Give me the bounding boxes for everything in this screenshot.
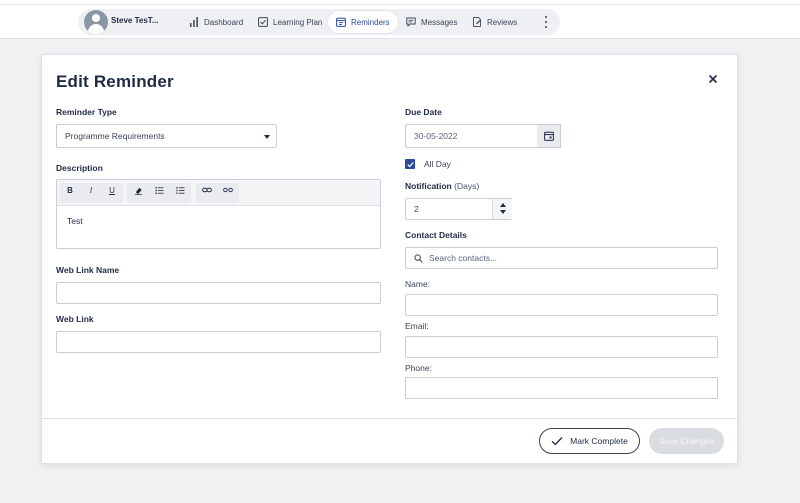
footer-divider: [42, 418, 737, 419]
reminder-type-value: Programme Requirements: [65, 131, 165, 141]
edit-reminder-modal: Edit Reminder Reminder Type Programme Re…: [41, 54, 738, 464]
nav-item-reviews[interactable]: Reviews: [464, 11, 525, 33]
description-content: Test: [67, 216, 83, 226]
phone-label: Phone:: [405, 363, 432, 373]
all-day-checkbox[interactable]: [405, 159, 415, 169]
save-changes-label: Save Changes: [658, 436, 715, 446]
nav-label: Learning Plan: [273, 17, 323, 27]
nav-item-reminders[interactable]: Reminders: [328, 11, 398, 33]
web-link-label: Web Link: [56, 314, 94, 324]
avatar[interactable]: [84, 10, 108, 34]
notification-label-text: Notification: [405, 181, 452, 191]
nav-label: Reminders: [351, 17, 390, 27]
check-icon: [406, 161, 414, 167]
email-label: Email:: [405, 321, 429, 331]
kebab-menu-icon[interactable]: [543, 16, 549, 28]
web-link-name-input[interactable]: [56, 282, 381, 304]
clear-format-icon[interactable]: [131, 183, 145, 197]
web-link-name-label: Web Link Name: [56, 265, 120, 275]
decrement-icon[interactable]: [500, 210, 506, 214]
nav-item-learning-plan[interactable]: Learning Plan: [250, 11, 330, 33]
modal-title: Edit Reminder: [56, 72, 174, 91]
nav-label: Messages: [421, 17, 458, 27]
nav-item-messages[interactable]: Messages: [398, 11, 465, 33]
close-icon[interactable]: [706, 72, 720, 86]
nav-label: Dashboard: [204, 17, 244, 27]
name-label: Name:: [405, 279, 431, 289]
reminder-type-label: Reminder Type: [56, 107, 117, 117]
numbered-list-icon[interactable]: [173, 183, 187, 197]
search-icon: [414, 253, 423, 263]
chat-icon: [406, 17, 416, 27]
user-name[interactable]: Steve TesT...: [111, 16, 158, 25]
mark-complete-label: Mark Complete: [570, 436, 628, 446]
save-changes-button[interactable]: Save Changes: [649, 428, 724, 454]
due-date-label: Due Date: [405, 107, 442, 117]
nav-label: Reviews: [487, 17, 518, 27]
check-icon: [551, 437, 563, 446]
name-input[interactable]: [405, 294, 718, 316]
notification-unit: (Days): [454, 181, 480, 191]
phone-input[interactable]: [405, 377, 718, 399]
email-input[interactable]: [405, 336, 718, 358]
review-icon: [473, 17, 481, 27]
link-icon[interactable]: [200, 183, 214, 197]
notification-days-input[interactable]: 2: [405, 198, 512, 220]
calendar-icon: [336, 17, 346, 27]
editor-toolbar: B I U: [57, 180, 380, 206]
notification-label: Notification (Days): [405, 181, 479, 191]
italic-button[interactable]: I: [84, 183, 98, 197]
avatar-head: [92, 14, 100, 22]
calendar-icon: [543, 131, 554, 141]
checkbox-icon: [258, 17, 268, 27]
description-label: Description: [56, 163, 103, 173]
increment-icon[interactable]: [500, 203, 506, 207]
web-link-input[interactable]: [56, 331, 381, 353]
due-date-input[interactable]: 30-05-2022: [405, 124, 537, 148]
search-contacts-input[interactable]: Search contacts...: [405, 247, 718, 269]
bullet-list-icon[interactable]: [152, 183, 166, 197]
due-date-value: 30-05-2022: [414, 131, 458, 141]
chevron-down-icon: [264, 135, 270, 139]
bold-button[interactable]: B: [63, 183, 77, 197]
underline-button[interactable]: U: [105, 183, 119, 197]
description-editor[interactable]: B I U Test: [56, 179, 381, 249]
mark-complete-button[interactable]: Mark Complete: [539, 428, 640, 454]
nav-pill: Steve TesT... Dashboard Learning Plan Re…: [78, 9, 560, 35]
avatar-body: [88, 24, 104, 34]
bar-chart-icon: [190, 17, 198, 27]
reminder-type-select[interactable]: Programme Requirements: [56, 124, 277, 148]
quantity-stepper[interactable]: [492, 199, 512, 219]
all-day-label: All Day: [424, 159, 451, 169]
search-placeholder: Search contacts...: [429, 253, 498, 263]
nav-item-dashboard[interactable]: Dashboard: [181, 11, 251, 33]
date-picker-button[interactable]: [537, 124, 561, 148]
top-navigation-bar: Steve TesT... Dashboard Learning Plan Re…: [0, 5, 800, 39]
notification-value: 2: [414, 204, 419, 214]
contact-details-label: Contact Details: [405, 230, 467, 240]
unlink-icon[interactable]: [221, 183, 235, 197]
